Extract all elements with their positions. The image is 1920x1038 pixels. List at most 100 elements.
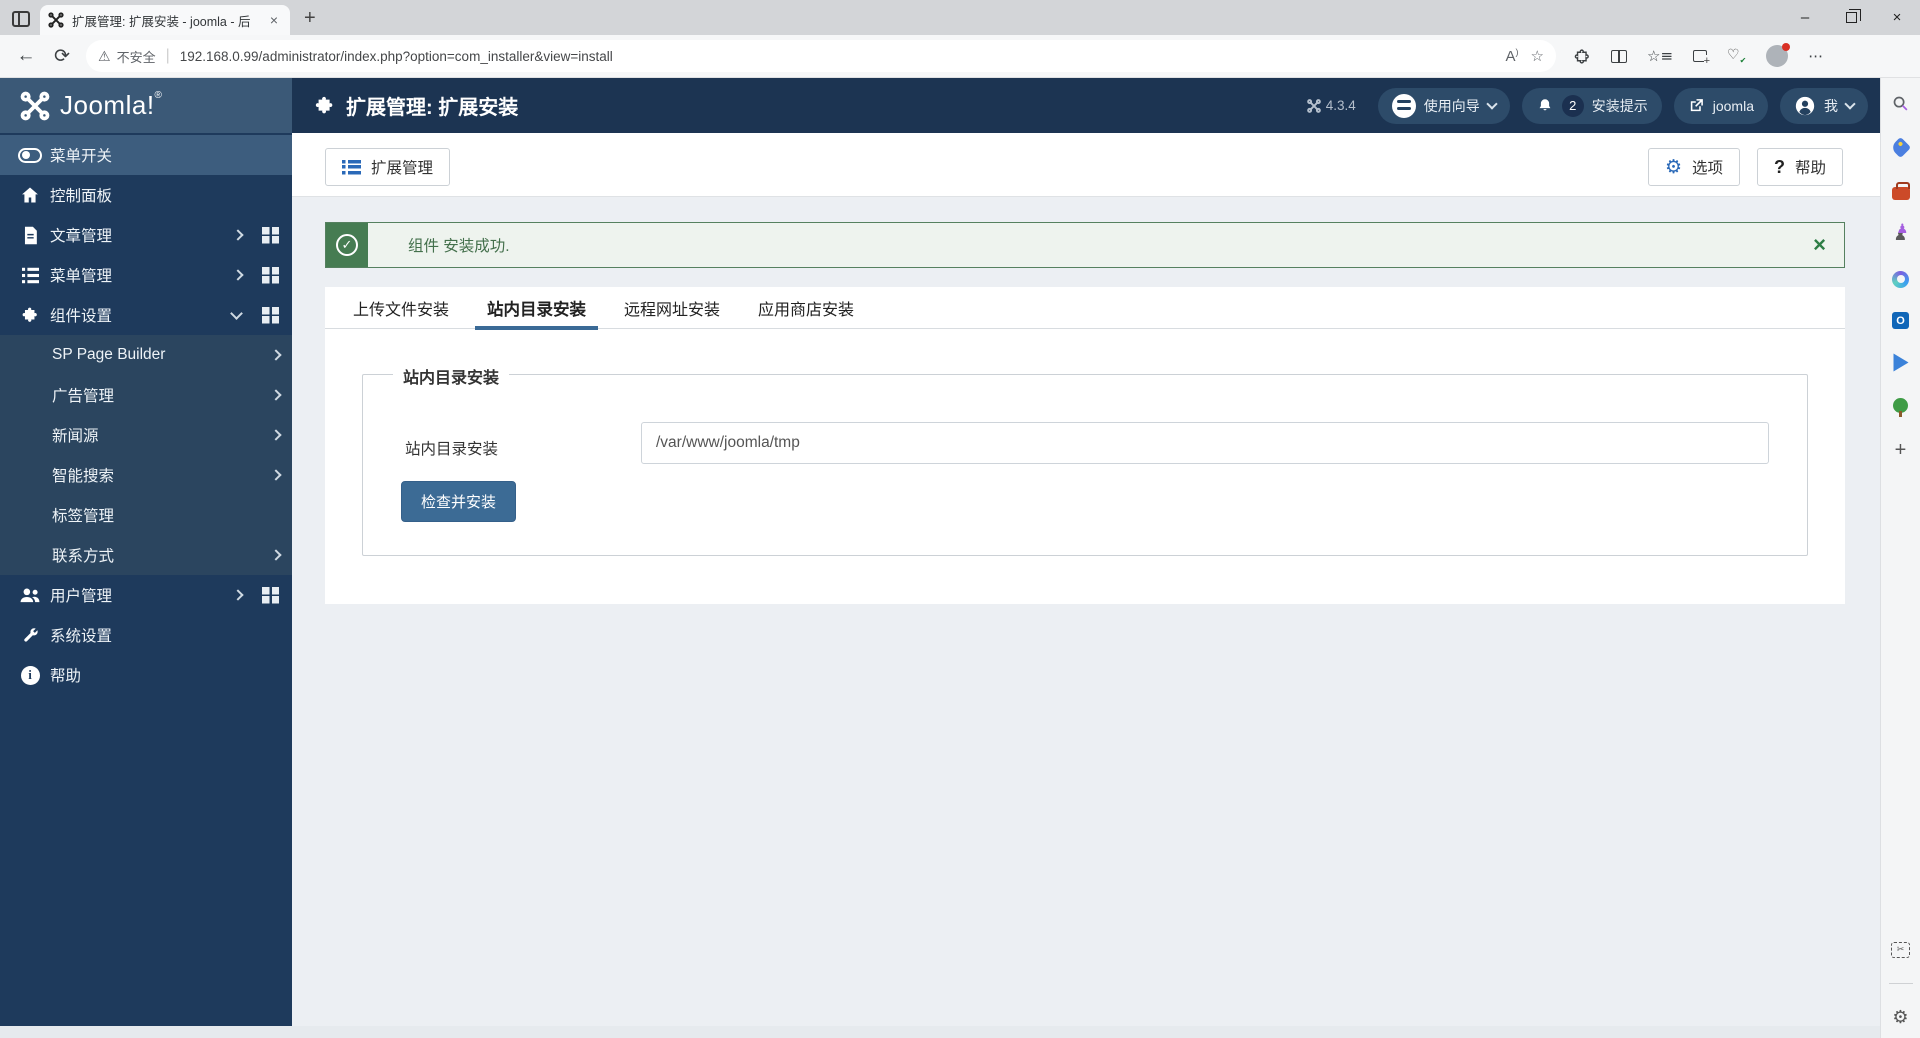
copilot-icon[interactable] xyxy=(1890,268,1912,290)
tab-install-from-folder[interactable]: 站内目录安装 xyxy=(475,287,599,330)
extensions-manage-button[interactable]: 扩展管理 xyxy=(325,148,451,186)
close-button[interactable]: × xyxy=(1874,0,1920,34)
user-menu-button[interactable]: 我 xyxy=(1780,87,1868,124)
restore-icon xyxy=(1845,8,1861,23)
tab-install-from-url[interactable]: 远程网址安装 xyxy=(612,287,732,328)
joomla-version: 4.3.4 xyxy=(1306,98,1356,113)
favicon-joomla xyxy=(48,12,64,28)
shopping-icon[interactable] xyxy=(1889,136,1912,158)
manage-button-label: 扩展管理 xyxy=(371,160,434,177)
success-alert: ✓ 组件 安装成功. × xyxy=(325,222,1845,268)
sidebar-subitem-sp-page-builder[interactable]: SP Page Builder xyxy=(0,335,292,375)
sidebar-subitem-label: 新闻源 xyxy=(52,428,99,445)
screenshot-icon[interactable]: ✂ xyxy=(1890,939,1912,961)
dashboard-grid-icon[interactable] xyxy=(262,226,279,244)
sidebar-subitem-label: 联系方式 xyxy=(52,548,115,565)
sidebar-item-label: 文章管理 xyxy=(50,228,113,245)
sidebar-subitem-contacts[interactable]: 联系方式 xyxy=(0,535,292,575)
sidebar-subitem-banners[interactable]: 广告管理 xyxy=(0,375,292,415)
sidebar-item-menu-toggle[interactable]: 菜单开关 xyxy=(0,135,292,175)
sidebar-item-menus[interactable]: 菜单管理 xyxy=(0,255,292,295)
options-button-label: 选项 xyxy=(1691,160,1723,177)
sidebar-item-content[interactable]: 文章管理 xyxy=(0,215,292,255)
read-aloud-icon[interactable]: A) xyxy=(1506,47,1519,65)
dashboard-grid-icon[interactable] xyxy=(262,266,279,284)
new-tab-button[interactable]: + xyxy=(304,5,316,31)
chevron-right-icon[interactable] xyxy=(270,549,282,561)
chevron-right-icon[interactable] xyxy=(270,389,282,401)
browser-tab[interactable]: 扩展管理: 扩展安装 - joomla - 后 × xyxy=(40,5,290,35)
minimize-button[interactable]: – xyxy=(1782,0,1828,34)
notification-count-badge: 2 xyxy=(1561,94,1584,117)
alert-close-icon[interactable]: × xyxy=(1813,234,1826,256)
joomla-logo[interactable]: Joomla!® xyxy=(0,78,292,133)
joomla-logo-text: Joomla!® xyxy=(60,90,162,121)
chevron-down-icon[interactable] xyxy=(230,307,243,320)
fieldset-legend: 站内目录安装 xyxy=(393,364,510,388)
sidebar-item-help[interactable]: i 帮助 xyxy=(0,655,292,695)
add-icon[interactable]: + xyxy=(1890,439,1912,461)
workspaces-icon[interactable] xyxy=(12,11,30,27)
split-screen-icon[interactable] xyxy=(1611,49,1627,63)
chevron-right-icon[interactable] xyxy=(232,589,244,601)
admin-sidebar: 菜单开关 控制面板 文章管理 菜单管理 组件设置 SP Page Builder… xyxy=(0,133,292,1026)
help-button[interactable]: ? 帮助 xyxy=(1756,148,1843,186)
check-and-install-button[interactable]: 检查并安装 xyxy=(401,481,517,522)
sidebar-item-label: 菜单管理 xyxy=(50,268,113,285)
tree-planting-icon[interactable] xyxy=(1890,395,1912,417)
alert-status-badge: ✓ xyxy=(326,223,368,267)
settings-menu-icon[interactable]: ⋯ xyxy=(1808,47,1823,65)
extensions-icon[interactable] xyxy=(1574,48,1591,65)
web-capture-icon[interactable] xyxy=(1693,50,1711,67)
chevron-right-icon[interactable] xyxy=(270,469,282,481)
security-label[interactable]: 不安全 xyxy=(117,47,156,66)
dashboard-grid-icon[interactable] xyxy=(262,586,279,604)
signpost-icon xyxy=(1391,93,1416,118)
sidebar-item-dashboard[interactable]: 控制面板 xyxy=(0,175,292,215)
joomla-header: Joomla!® 扩展管理: 扩展安装 4.3.4 使用向导 2 安装提示 jo… xyxy=(0,78,1920,133)
sidebar-item-label: 系统设置 xyxy=(50,628,113,645)
install-folder-input[interactable] xyxy=(641,422,1769,464)
search-icon[interactable] xyxy=(1890,92,1912,114)
sidebar-item-label: 用户管理 xyxy=(50,588,113,605)
tools-icon[interactable] xyxy=(1890,180,1912,202)
guide-button[interactable]: 使用向导 xyxy=(1377,87,1510,124)
puzzle-icon xyxy=(18,306,42,325)
menu-toggle-icon xyxy=(18,147,42,163)
games-icon[interactable]: ♟ xyxy=(1890,222,1912,246)
chevron-down-icon xyxy=(1844,97,1856,110)
sidebar-item-users[interactable]: 用户管理 xyxy=(0,575,292,615)
restore-button[interactable] xyxy=(1828,0,1874,34)
document-icon xyxy=(18,226,42,245)
back-button[interactable]: ← xyxy=(8,45,44,67)
tab-install-from-web[interactable]: 应用商店安装 xyxy=(746,287,866,328)
refresh-button[interactable]: ⟳ xyxy=(44,45,80,68)
favorite-star-icon[interactable]: ☆ xyxy=(1531,47,1544,65)
chevron-right-icon[interactable] xyxy=(270,349,282,361)
address-bar[interactable]: ⚠ 不安全 | 192.168.0.99/administrator/index… xyxy=(86,40,1556,72)
dashboard-grid-icon[interactable] xyxy=(262,306,279,324)
tab-close-icon[interactable]: × xyxy=(266,12,282,28)
url-text[interactable]: 192.168.0.99/administrator/index.php?opt… xyxy=(180,49,1494,64)
drop-icon[interactable] xyxy=(1890,351,1912,373)
outlook-icon[interactable]: O xyxy=(1892,312,1909,329)
tab-upload-package[interactable]: 上传文件安装 xyxy=(341,287,461,328)
collections-icon[interactable]: ☆≡ xyxy=(1647,47,1673,65)
sidebar-subitem-newsfeeds[interactable]: 新闻源 xyxy=(0,415,292,455)
sidebar-subitem-finder[interactable]: 智能搜索 xyxy=(0,455,292,495)
sidebar-item-components[interactable]: 组件设置 xyxy=(0,295,292,335)
notifications-button[interactable]: 2 安装提示 xyxy=(1521,87,1662,124)
browser-essentials-icon[interactable]: ♡✔ xyxy=(1727,47,1746,65)
settings-gear-icon[interactable]: ⚙ xyxy=(1890,1006,1912,1028)
list-icon xyxy=(18,267,42,284)
options-button[interactable]: ⚙ 选项 xyxy=(1647,148,1740,186)
sidebar-item-label: 控制面板 xyxy=(50,188,113,205)
chevron-right-icon[interactable] xyxy=(232,269,244,281)
profile-avatar[interactable] xyxy=(1766,43,1791,67)
chevron-right-icon[interactable] xyxy=(270,429,282,441)
chevron-right-icon[interactable] xyxy=(232,229,244,241)
sidebar-item-system[interactable]: 系统设置 xyxy=(0,615,292,655)
wrench-icon xyxy=(18,626,42,645)
sidebar-subitem-tags[interactable]: 标签管理 xyxy=(0,495,292,535)
preview-site-button[interactable]: joomla xyxy=(1673,87,1768,124)
